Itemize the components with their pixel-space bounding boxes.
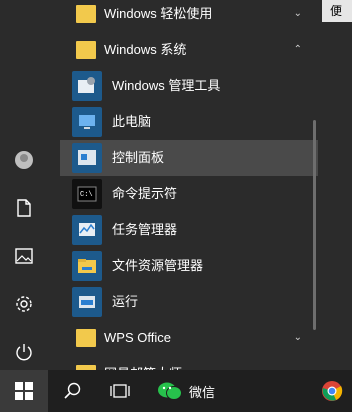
folder-ease-of-access[interactable]: Windows 轻松使用 ⌄ <box>60 0 318 32</box>
app-run[interactable]: 运行 <box>60 284 318 320</box>
chevron-down-icon: ⌄ <box>294 356 302 370</box>
chrome-icon <box>322 381 343 401</box>
chevron-down-icon: ⌄ <box>293 8 302 19</box>
app-file-explorer[interactable]: 文件资源管理器 <box>60 248 318 284</box>
folder-icon <box>72 360 100 370</box>
task-view-icon <box>110 384 130 398</box>
scrollbar[interactable] <box>313 120 316 330</box>
wechat-label: 微信 <box>188 384 215 400</box>
item-label: 控制面板 <box>112 150 165 165</box>
start-left-rail <box>0 0 48 370</box>
taskbar: 微信 <box>0 370 352 412</box>
folder-icon <box>72 0 100 28</box>
svg-text:C:\: C:\ <box>80 191 93 199</box>
item-label: Windows 管理工具 <box>112 78 221 93</box>
app-command-prompt[interactable]: C:\ 命令提示符 <box>60 176 318 212</box>
chevron-down-icon: ⌄ <box>293 332 302 343</box>
power-button[interactable] <box>0 328 48 376</box>
item-label: 运行 <box>112 294 139 309</box>
run-icon <box>72 287 102 317</box>
item-label: 此电脑 <box>112 114 152 129</box>
power-icon <box>16 344 32 361</box>
item-label: Windows 轻松使用 <box>104 6 213 21</box>
item-label: Windows 系统 <box>104 42 187 57</box>
chrome-button[interactable] <box>312 370 352 412</box>
app-admin-tools[interactable]: Windows 管理工具 <box>60 68 318 104</box>
app-control-panel[interactable]: 控制面板 <box>60 140 318 176</box>
app-this-pc[interactable]: 此电脑 <box>60 104 318 140</box>
gear-icon <box>16 296 32 312</box>
picture-icon <box>15 248 33 264</box>
tile-label: 便笺 <box>330 4 343 18</box>
start-button[interactable] <box>0 370 48 412</box>
user-avatar[interactable] <box>0 136 48 184</box>
chevron-up-icon: ⌃ <box>293 44 302 55</box>
item-label: 命令提示符 <box>112 186 178 201</box>
pictures-button[interactable] <box>0 232 48 280</box>
wechat-button[interactable]: 微信 <box>150 370 222 412</box>
document-icon <box>17 199 31 217</box>
app-task-manager[interactable]: 任务管理器 <box>60 212 318 248</box>
tiles-area <box>322 0 352 370</box>
avatar-icon <box>15 151 33 169</box>
control-panel-icon <box>72 143 102 173</box>
wechat-icon <box>157 382 182 400</box>
task-manager-icon <box>72 215 102 245</box>
tile-sticky-notes[interactable]: 便笺 <box>322 0 352 22</box>
settings-button[interactable] <box>0 280 48 328</box>
documents-button[interactable] <box>0 184 48 232</box>
search-icon <box>64 382 81 399</box>
item-label: WPS Office <box>104 330 171 345</box>
task-view-button[interactable] <box>96 370 144 412</box>
folder-netease-mail[interactable]: 网易邮箱大师 ⌄ <box>60 356 318 370</box>
item-label: 文件资源管理器 <box>112 258 204 273</box>
item-label: 任务管理器 <box>112 222 178 237</box>
item-label: 网易邮箱大师 <box>104 356 182 370</box>
this-pc-icon <box>72 107 102 137</box>
folder-icon <box>72 324 100 352</box>
folder-windows-system[interactable]: Windows 系统 ⌃ <box>60 32 318 68</box>
app-list: Windows 轻松使用 ⌄ Windows 系统 ⌃ Windows 管理工具… <box>60 0 318 370</box>
search-button[interactable] <box>48 370 96 412</box>
windows-logo-icon <box>15 382 33 400</box>
folder-icon <box>72 36 100 64</box>
cmd-icon: C:\ <box>72 179 102 209</box>
folder-wps-office[interactable]: WPS Office ⌄ <box>60 320 318 356</box>
admin-tools-icon <box>72 71 102 101</box>
file-explorer-icon <box>72 251 102 281</box>
